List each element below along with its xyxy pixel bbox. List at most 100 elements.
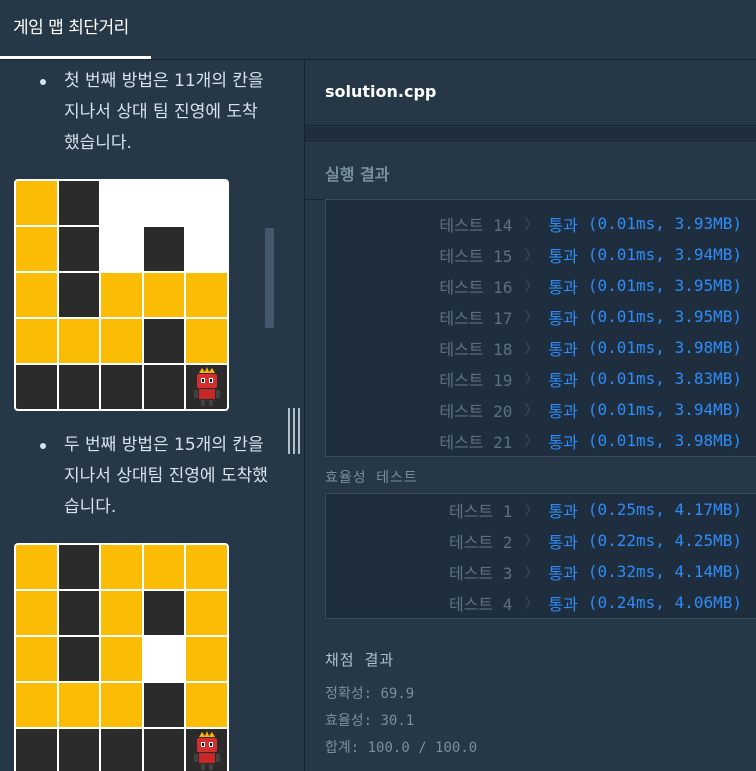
map-cell-path bbox=[101, 545, 142, 589]
test-label: 테스트 20 bbox=[439, 401, 513, 421]
chevron-right-icon: 〉 bbox=[524, 309, 539, 326]
test-status: 통과 bbox=[548, 401, 578, 421]
test-status: 통과 bbox=[548, 215, 578, 235]
test-status: 통과 bbox=[548, 339, 578, 359]
map-cell-wall bbox=[186, 181, 227, 225]
map-cell-black bbox=[16, 729, 57, 771]
map-cell-black bbox=[143, 683, 185, 727]
map-cell-black bbox=[58, 637, 100, 681]
map-cell-path bbox=[58, 683, 100, 727]
score-total: 합계: 100.0 / 100.0 bbox=[325, 740, 478, 756]
list-item: 두 번째 방법은 15개의 칸을 지나서 상대팀 진영에 도착했습니다. bbox=[40, 430, 270, 523]
test-label: 테스트 3 bbox=[448, 563, 513, 583]
map-cell-black bbox=[143, 591, 185, 635]
map-cell-path bbox=[186, 591, 227, 635]
map-cell-path bbox=[16, 319, 57, 363]
bullet-dot bbox=[40, 79, 46, 85]
test-status: 통과 bbox=[548, 432, 578, 452]
test-label: 테스트 19 bbox=[439, 370, 513, 390]
bullet-text: 두 번째 방법은 15개의 칸을 지나서 상대팀 진영에 도착했습니다. bbox=[64, 435, 268, 517]
test-detail: (0.01ms, 3.83MB) bbox=[587, 369, 742, 388]
test-detail: (0.01ms, 3.94MB) bbox=[587, 400, 742, 419]
test-label: 테스트 18 bbox=[439, 339, 513, 359]
map-cell-wall bbox=[101, 181, 142, 225]
map-cell-path bbox=[16, 545, 57, 589]
robot-icon bbox=[191, 367, 223, 407]
problem-description-panel: 첫 번째 방법은 11개의 칸을 지나서 상대 팀 진영에 도착했습니다. 두 … bbox=[0, 60, 305, 771]
map-cell-black bbox=[58, 591, 100, 635]
test-label: 테스트 4 bbox=[448, 594, 513, 614]
robot-icon bbox=[191, 731, 223, 771]
map-cell-enemy-base bbox=[186, 729, 227, 771]
map-cell-black bbox=[58, 365, 100, 409]
map-cell-black bbox=[58, 181, 100, 225]
test-label: 테스트 15 bbox=[439, 246, 513, 266]
test-detail: (0.01ms, 3.98MB) bbox=[587, 338, 742, 357]
test-result-row: 테스트 15 〉 통과 (0.01ms, 3.94MB) bbox=[439, 239, 742, 270]
map-cell-path bbox=[101, 637, 142, 681]
map-cell-path bbox=[16, 227, 57, 271]
test-status: 통과 bbox=[548, 532, 578, 552]
test-result-row: 테스트 18 〉 통과 (0.01ms, 3.98MB) bbox=[439, 332, 742, 363]
editor-results-panel: solution.cpp 실행 결과 테스트 14 〉 통과 (0.01ms, 3.9… bbox=[305, 60, 756, 771]
test-detail: (0.01ms, 3.95MB) bbox=[587, 307, 742, 326]
chevron-right-icon: 〉 bbox=[524, 216, 539, 233]
map-cell-path bbox=[143, 545, 185, 589]
correctness-test-box: 테스트 14 〉 통과 (0.01ms, 3.93MB) 테스트 15 〉 통과 (0.01m… bbox=[325, 199, 756, 457]
chevron-right-icon: 〉 bbox=[524, 247, 539, 264]
tab-problem-title[interactable]: 게임 맵 최단거리 bbox=[13, 13, 129, 38]
game-map-example-1 bbox=[14, 179, 229, 411]
map-cell-wall bbox=[143, 637, 185, 681]
test-result-row: 테스트 16 〉 통과 (0.01ms, 3.95MB) bbox=[439, 270, 742, 301]
bullet-dot bbox=[40, 443, 46, 449]
map-cell-path bbox=[186, 637, 227, 681]
test-detail: (0.01ms, 3.95MB) bbox=[587, 276, 742, 295]
test-label: 테스트 1 bbox=[448, 501, 513, 521]
test-status: 통과 bbox=[548, 370, 578, 390]
tab-active-indicator bbox=[0, 56, 151, 59]
map-cell-path bbox=[58, 319, 100, 363]
test-detail: (0.25ms, 4.17MB) bbox=[587, 500, 742, 519]
test-detail: (0.01ms, 3.93MB) bbox=[587, 214, 742, 233]
map-cell-path bbox=[186, 319, 227, 363]
test-result-row: 테스트 14 〉 통과 (0.01ms, 3.93MB) bbox=[439, 208, 742, 239]
test-result-row: 테스트 21 〉 통과 (0.01ms, 3.98MB) bbox=[439, 425, 742, 456]
result-title: 실행 결과 bbox=[325, 165, 390, 184]
map-cell-wall bbox=[186, 227, 227, 271]
resize-handle[interactable] bbox=[288, 408, 300, 454]
test-result-row: 테스트 19 〉 통과 (0.01ms, 3.83MB) bbox=[439, 363, 742, 394]
test-status: 통과 bbox=[548, 594, 578, 614]
test-label: 테스트 21 bbox=[439, 432, 513, 452]
test-detail: (0.32ms, 4.14MB) bbox=[587, 562, 742, 581]
map-cell-black bbox=[58, 227, 100, 271]
test-result-row: 테스트 3 〉 통과 (0.32ms, 4.14MB) bbox=[449, 556, 742, 587]
chevron-right-icon: 〉 bbox=[524, 402, 539, 419]
map-cell-black bbox=[143, 319, 185, 363]
map-cell-black bbox=[143, 729, 185, 771]
efficiency-test-box: 테스트 1 〉 통과 (0.25ms, 4.17MB) 테스트 2 〉 통과 (0.22ms,… bbox=[325, 493, 756, 619]
map-cell-black bbox=[101, 729, 142, 771]
scrollbar-thumb[interactable] bbox=[265, 228, 274, 328]
map-cell-path bbox=[143, 273, 185, 317]
chevron-right-icon: 〉 bbox=[524, 564, 539, 581]
map-cell-black bbox=[58, 545, 100, 589]
test-label: 테스트 16 bbox=[439, 277, 513, 297]
map-cell-path bbox=[186, 545, 227, 589]
map-cell-black bbox=[143, 365, 185, 409]
list-item: 첫 번째 방법은 11개의 칸을 지나서 상대 팀 진영에 도착했습니다. bbox=[40, 66, 270, 159]
file-name[interactable]: solution.cpp bbox=[325, 82, 436, 101]
map-cell-path bbox=[101, 683, 142, 727]
file-tab-bar: solution.cpp bbox=[305, 60, 756, 126]
test-label: 테스트 2 bbox=[448, 532, 513, 552]
test-status: 통과 bbox=[548, 501, 578, 521]
test-status: 통과 bbox=[548, 563, 578, 583]
map-cell-path bbox=[16, 181, 57, 225]
chevron-right-icon: 〉 bbox=[524, 433, 539, 450]
map-cell-path bbox=[186, 683, 227, 727]
test-detail: (0.01ms, 3.94MB) bbox=[587, 245, 742, 264]
map-cell-path bbox=[186, 273, 227, 317]
map-cell-black bbox=[143, 227, 185, 271]
test-detail: (0.01ms, 3.98MB) bbox=[587, 431, 742, 450]
map-cell-path bbox=[101, 591, 142, 635]
code-editor[interactable] bbox=[305, 127, 756, 139]
